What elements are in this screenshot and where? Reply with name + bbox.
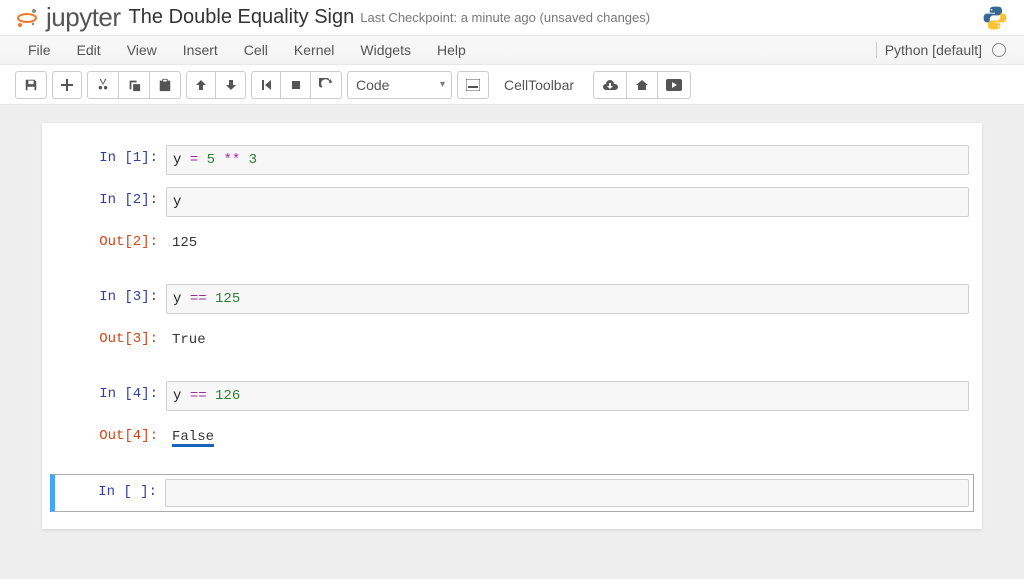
cloud-download-icon[interactable] xyxy=(593,71,627,99)
paste-button[interactable] xyxy=(150,71,181,99)
menu-insert[interactable]: Insert xyxy=(170,37,231,63)
jupyter-planet-icon xyxy=(15,6,39,30)
output-area: 125 xyxy=(166,229,969,257)
output-area: True xyxy=(166,326,969,354)
menu-kernel[interactable]: Kernel xyxy=(281,37,347,63)
menu-edit[interactable]: Edit xyxy=(64,37,114,63)
code-cell[interactable]: In [1]:y = 5 ** 3 xyxy=(50,140,974,180)
input-area[interactable] xyxy=(165,479,969,507)
copy-button[interactable] xyxy=(119,71,150,99)
code-cell[interactable]: In [ ]: xyxy=(50,474,974,512)
command-palette-button[interactable] xyxy=(457,71,489,99)
output-row: Out[2]:125 xyxy=(50,224,974,277)
celltype-select[interactable]: Code xyxy=(347,71,452,99)
in-prompt: In [1]: xyxy=(51,145,166,175)
output-area: False xyxy=(166,423,969,452)
stop-button[interactable] xyxy=(281,71,311,99)
notebook-container: In [1]:y = 5 ** 3In [2]:yOut[2]:125In [3… xyxy=(42,123,982,529)
add-cell-button[interactable] xyxy=(52,71,82,99)
presentation-button[interactable] xyxy=(658,71,691,99)
header: jupyter The Double Equality Sign Last Ch… xyxy=(0,0,1024,35)
code-cell[interactable]: In [4]:y == 126 xyxy=(50,376,974,416)
checkpoint-status: Last Checkpoint: a minute ago (unsaved c… xyxy=(360,10,650,25)
menu-cell[interactable]: Cell xyxy=(231,37,281,63)
input-area[interactable]: y xyxy=(166,187,969,217)
kernel-idle-icon xyxy=(992,43,1006,57)
toolbar: Code CellToolbar xyxy=(0,65,1024,105)
notebook-area: In [1]:y = 5 ** 3In [2]:yOut[2]:125In [3… xyxy=(0,105,1024,579)
input-area[interactable]: y == 126 xyxy=(166,381,969,411)
in-prompt: In [3]: xyxy=(51,284,166,314)
out-prompt: Out[3]: xyxy=(51,326,166,369)
kernel-name[interactable]: Python [default] xyxy=(876,42,988,58)
move-up-button[interactable] xyxy=(186,71,216,99)
code-cell[interactable]: In [3]:y == 125 xyxy=(50,279,974,319)
logo[interactable]: jupyter xyxy=(15,2,121,33)
out-prompt: Out[4]: xyxy=(51,423,166,467)
in-prompt: In [4]: xyxy=(51,381,166,411)
cloud-home-icon[interactable] xyxy=(627,71,658,99)
logo-text: jupyter xyxy=(46,2,121,33)
cut-button[interactable] xyxy=(87,71,119,99)
move-down-button[interactable] xyxy=(216,71,246,99)
menubar: FileEditViewInsertCellKernelWidgetsHelp … xyxy=(0,35,1024,65)
menu-file[interactable]: File xyxy=(15,37,64,63)
input-area[interactable]: y = 5 ** 3 xyxy=(166,145,969,175)
out-prompt: Out[2]: xyxy=(51,229,166,272)
output-row: Out[3]:True xyxy=(50,321,974,374)
notebook-name[interactable]: The Double Equality Sign xyxy=(129,6,355,29)
in-prompt: In [ ]: xyxy=(55,479,165,507)
input-area[interactable]: y == 125 xyxy=(166,284,969,314)
restart-button[interactable] xyxy=(311,71,342,99)
menu-widgets[interactable]: Widgets xyxy=(347,37,424,63)
output-row: Out[4]:False xyxy=(50,418,974,472)
celltoolbar-label: CellToolbar xyxy=(494,77,588,93)
python-logo-icon xyxy=(981,4,1009,32)
in-prompt: In [2]: xyxy=(51,187,166,217)
menu-help[interactable]: Help xyxy=(424,37,479,63)
code-cell[interactable]: In [2]:y xyxy=(50,182,974,222)
run-button[interactable] xyxy=(251,71,281,99)
menu-view[interactable]: View xyxy=(114,37,170,63)
save-button[interactable] xyxy=(15,71,47,99)
